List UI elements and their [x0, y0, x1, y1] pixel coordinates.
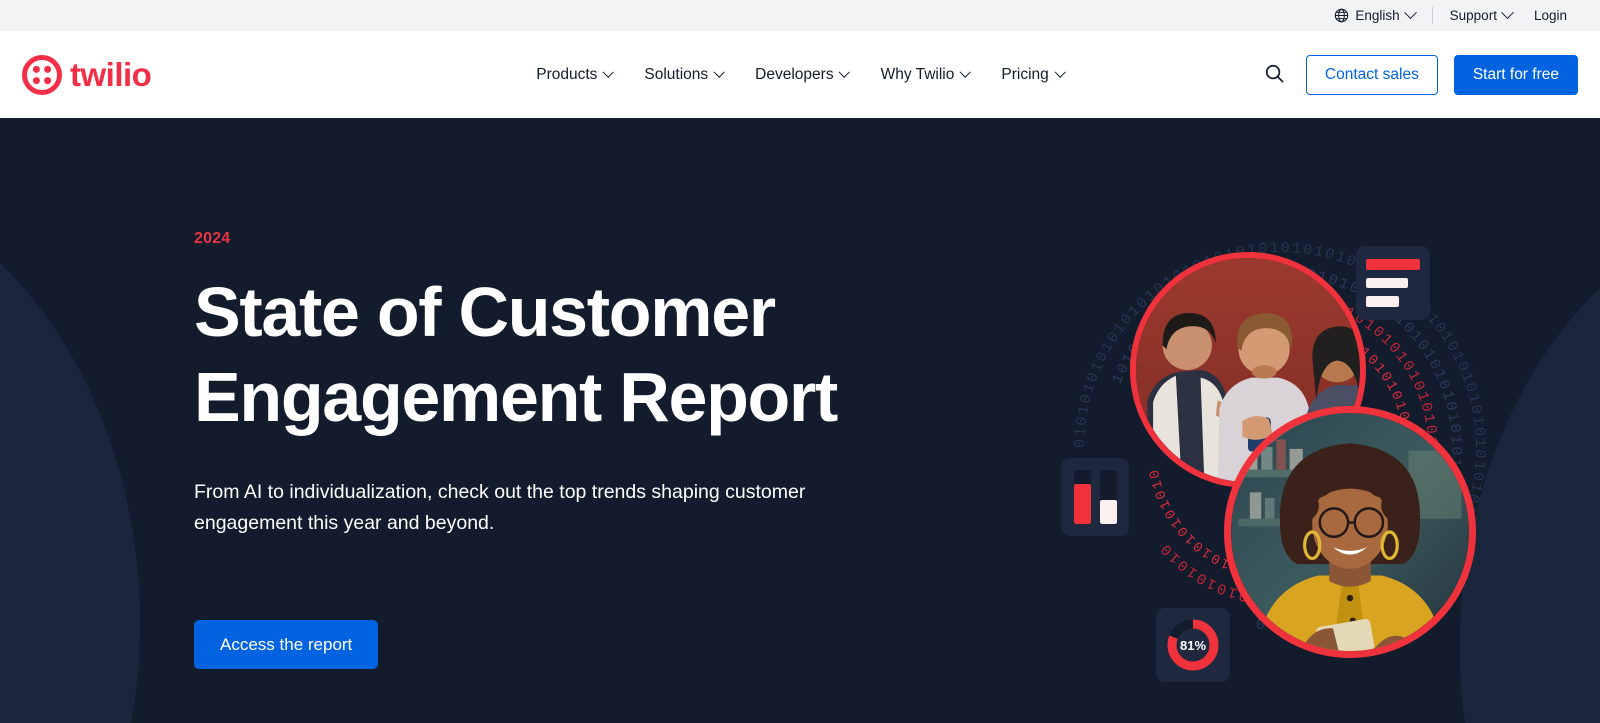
hero-eyebrow: 2024: [194, 230, 231, 247]
chevron-down-icon: [1501, 6, 1514, 20]
nav-actions: Contact sales Start for free: [1259, 54, 1578, 95]
list-bar-2: [1366, 277, 1409, 289]
language-selector[interactable]: English: [1323, 0, 1425, 31]
bar-fill-1: [1073, 484, 1091, 524]
nav-label: Pricing: [1001, 65, 1049, 83]
hero-illustration: 01010101010101010101010101010101010 10101…: [1060, 228, 1500, 682]
nav-label: Products: [536, 65, 598, 83]
utility-bar: English Support Login: [0, 0, 1600, 31]
logo-wordmark: twilio: [70, 56, 152, 93]
contact-sales-button[interactable]: Contact sales: [1305, 54, 1438, 95]
bar-track-1: [1073, 470, 1091, 524]
chevron-down-icon: [959, 66, 972, 78]
nav-item-why-twilio[interactable]: Why Twilio: [880, 65, 972, 84]
hero-section: 2024 State of Customer Engagement Report…: [0, 118, 1600, 723]
photo-woman-circle: [1224, 406, 1476, 658]
twilio-logo-icon: [22, 54, 62, 95]
page-title: State of Customer Engagement Report: [194, 273, 838, 437]
nav-item-products[interactable]: Products: [536, 65, 615, 84]
nav-item-solutions[interactable]: Solutions: [644, 65, 725, 84]
list-bar-3: [1366, 296, 1400, 308]
support-menu[interactable]: Support: [1439, 0, 1523, 31]
language-label: English: [1355, 8, 1400, 23]
list-card: [1356, 246, 1430, 320]
search-icon: [1263, 62, 1286, 88]
donut-value-label: 81%: [1179, 637, 1207, 653]
main-navigation: twilio Products Solutions Developers Why…: [0, 31, 1600, 118]
globe-icon: [1334, 8, 1349, 23]
start-for-free-button[interactable]: Start for free: [1453, 54, 1578, 95]
nav-item-developers[interactable]: Developers: [755, 65, 851, 84]
chevron-down-icon: [713, 66, 725, 78]
nav-item-pricing[interactable]: Pricing: [1001, 65, 1066, 84]
bar-chart-card: [1061, 458, 1129, 536]
twilio-logo[interactable]: twilio: [22, 54, 152, 95]
login-label: Login: [1533, 8, 1567, 23]
woman-smiling-at-phone-image: [1231, 413, 1469, 651]
nav-label: Developers: [755, 65, 834, 83]
bar-fill-2: [1099, 500, 1117, 524]
nav-links: Products Solutions Developers Why Twilio…: [536, 65, 1066, 84]
donut-chart: 81%: [1165, 617, 1221, 673]
chevron-down-icon: [838, 66, 851, 78]
support-label: Support: [1449, 8, 1497, 23]
hero-copy: 2024 State of Customer Engagement Report…: [194, 118, 894, 670]
utility-divider: [1431, 7, 1433, 24]
access-the-report-button[interactable]: Access the report: [194, 620, 379, 670]
chevron-down-icon: [1054, 66, 1066, 78]
bar-track-2: [1099, 470, 1117, 524]
nav-label: Why Twilio: [880, 65, 955, 83]
nav-label: Solutions: [644, 65, 709, 83]
login-link[interactable]: Login: [1523, 0, 1578, 31]
search-button[interactable]: [1259, 58, 1290, 92]
chevron-down-icon: [602, 66, 615, 78]
hero-subtitle: From AI to individualization, check out …: [194, 480, 806, 534]
donut-stat-card: 81%: [1156, 608, 1230, 682]
chevron-down-icon: [1403, 6, 1417, 20]
list-bar-1: [1366, 259, 1420, 270]
